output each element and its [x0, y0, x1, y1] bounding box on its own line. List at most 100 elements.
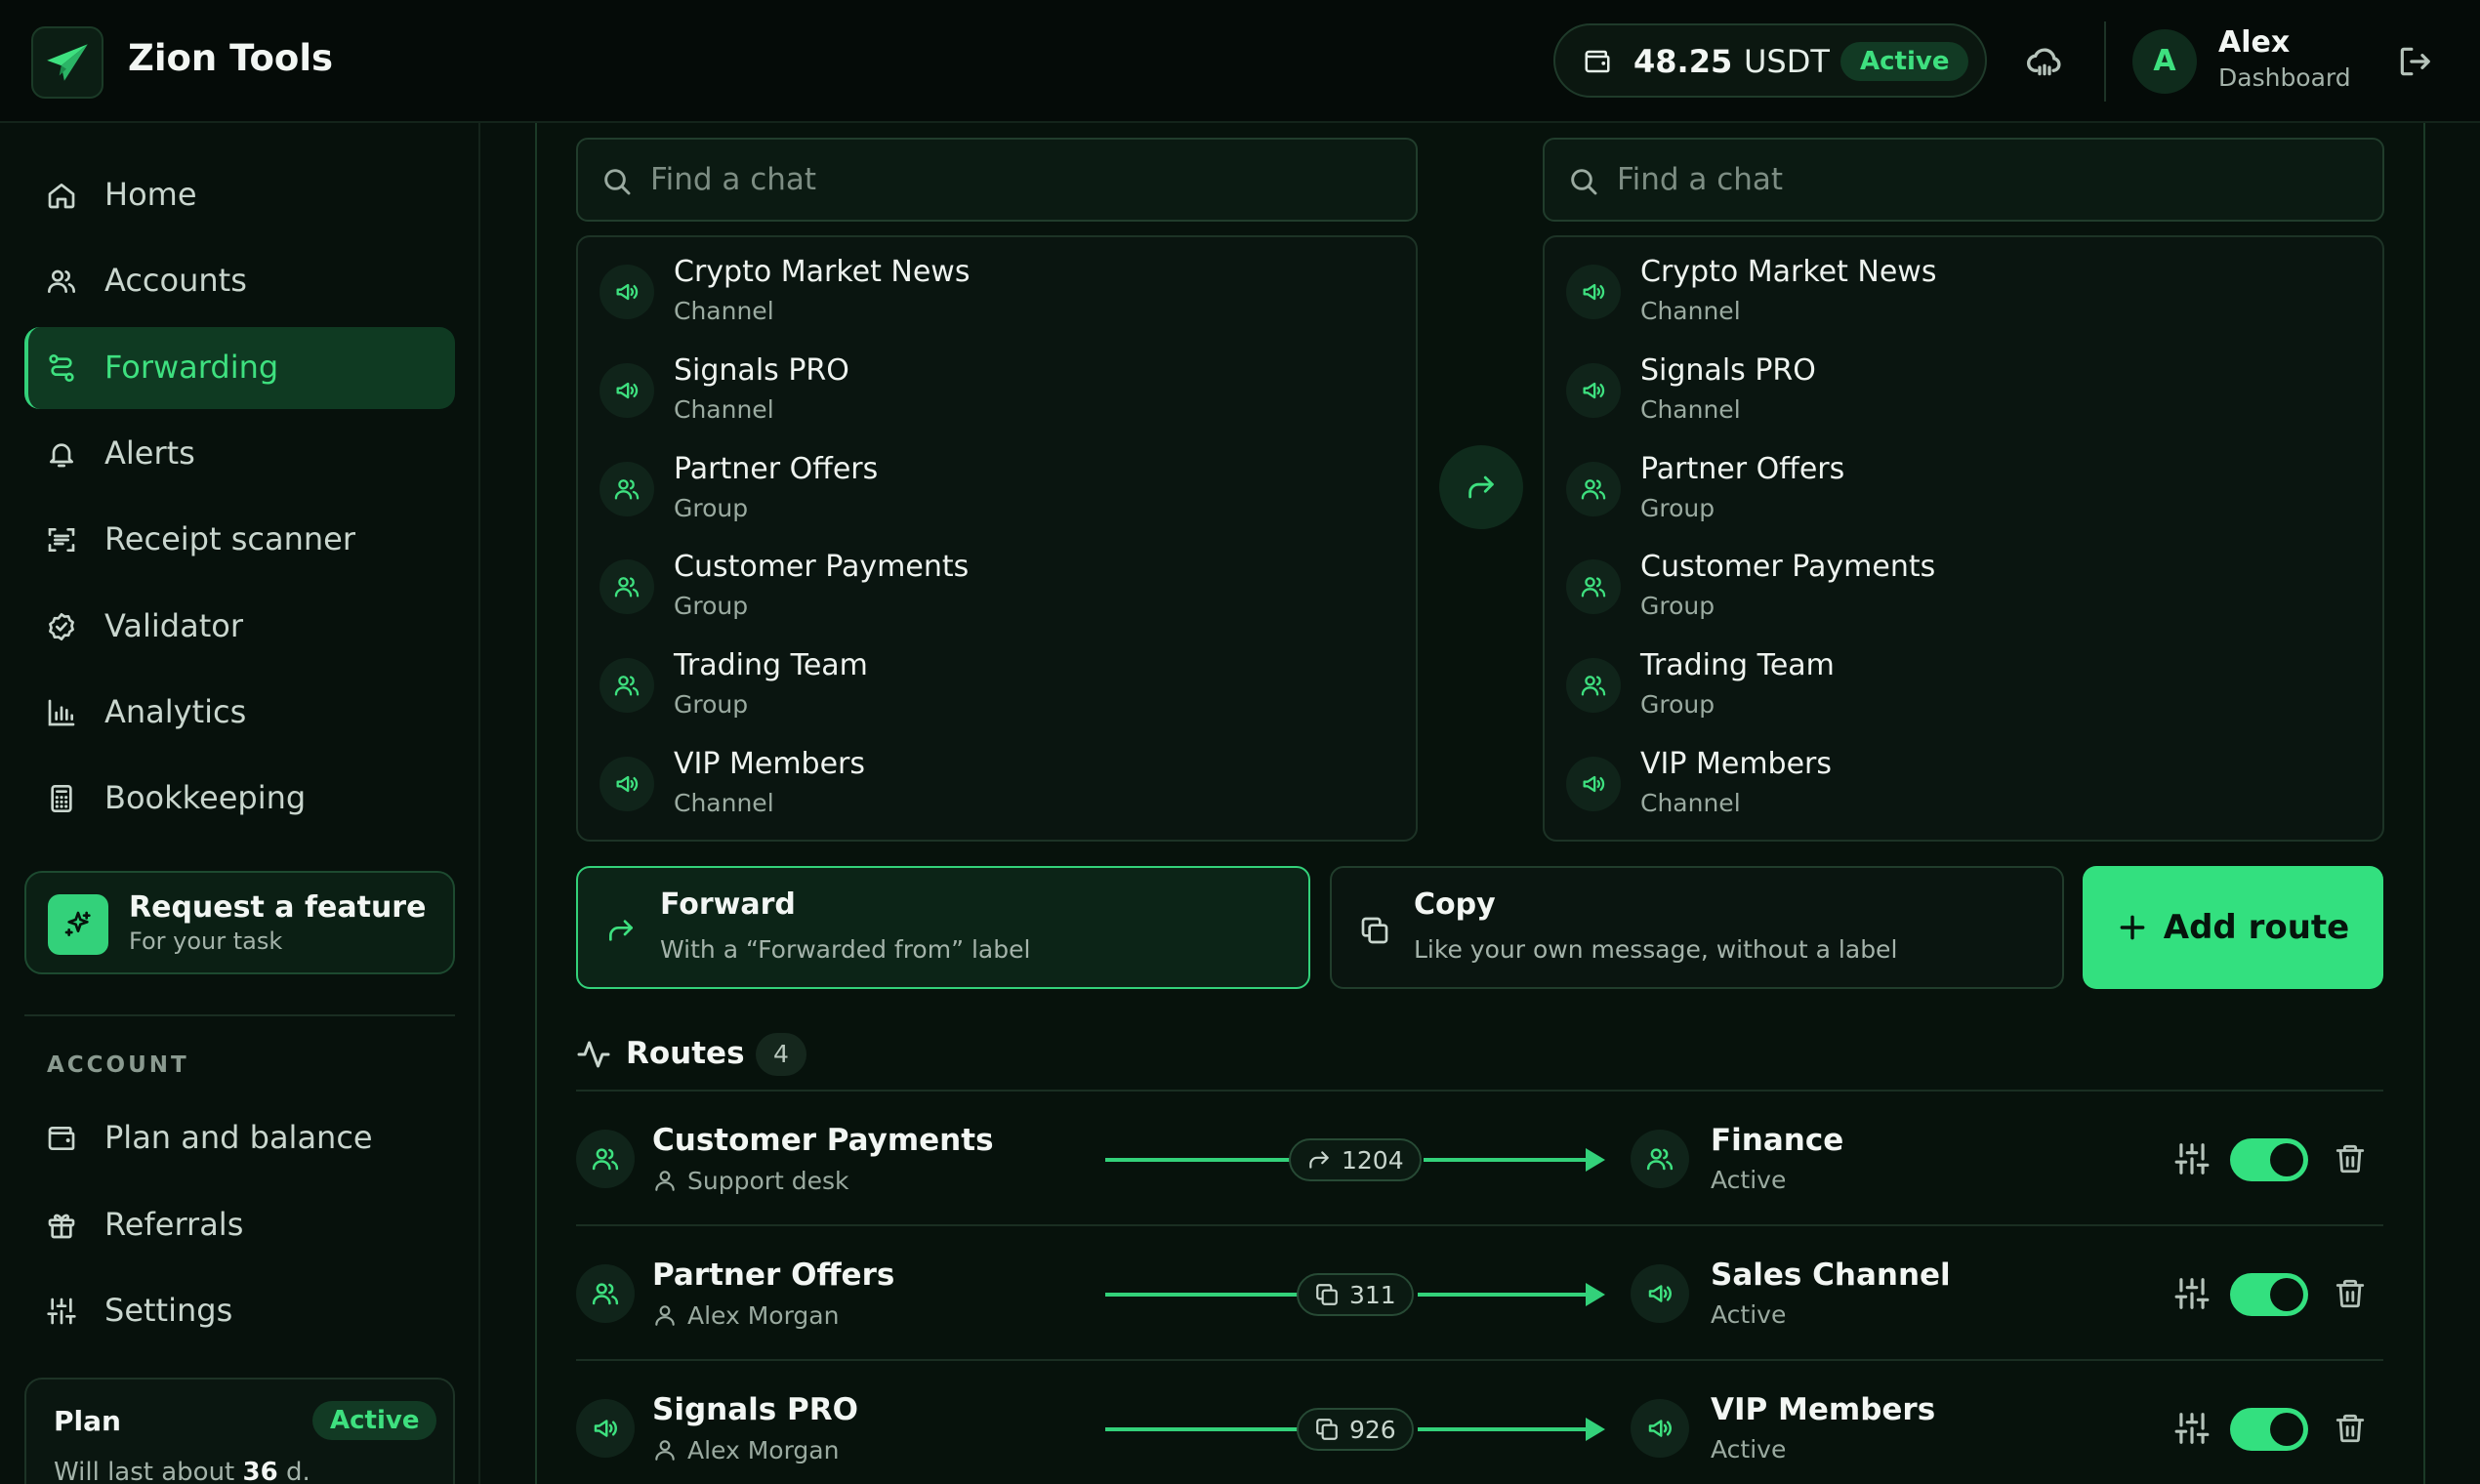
chat-name: Customer Payments: [1640, 550, 1936, 584]
route-connector: [1105, 1427, 1310, 1431]
route-destination: Sales Channel: [1711, 1257, 1951, 1293]
trash-icon[interactable]: [2334, 1142, 2367, 1175]
sidebar-item-accounts[interactable]: Accounts: [24, 240, 455, 322]
list-item[interactable]: Partner Offers Group: [1545, 434, 2382, 532]
sliders-icon: [46, 1296, 77, 1327]
route-owner: Alex Morgan: [652, 1300, 839, 1330]
plan-card[interactable]: Plan Active Will last about 36 d.: [24, 1378, 455, 1484]
logout-icon[interactable]: [2396, 43, 2433, 80]
sidebar-item-label: Settings: [104, 1292, 233, 1329]
route-message-count: 1204: [1342, 1145, 1404, 1175]
routes-count-badge: 4: [756, 1033, 806, 1076]
route-row: Signals PRO Alex Morgan 926 VIP Members …: [576, 1361, 2383, 1484]
toggle-knob: [2270, 1278, 2303, 1311]
avatar[interactable]: A: [2132, 29, 2197, 94]
destination-search[interactable]: [1543, 138, 2384, 222]
list-item[interactable]: Customer Payments Group: [578, 532, 1416, 630]
route-source: Partner Offers: [652, 1257, 895, 1293]
list-item[interactable]: Partner Offers Group: [578, 434, 1416, 532]
add-route-button[interactable]: Add route: [2083, 866, 2383, 989]
sidebar-item-analytics[interactable]: Analytics: [24, 672, 455, 754]
sidebar-item-label: Accounts: [104, 262, 247, 299]
route-toggle[interactable]: [2230, 1273, 2308, 1316]
chat-type: Channel: [674, 395, 774, 424]
status-badge: Active: [1840, 42, 1969, 81]
chat-name: Partner Offers: [1640, 452, 1845, 486]
list-item[interactable]: VIP Members Channel: [578, 729, 1416, 827]
chat-type: Channel: [674, 297, 774, 325]
chat-type: Group: [674, 690, 749, 719]
chat-type: Channel: [1640, 297, 1741, 325]
source-search[interactable]: [576, 138, 1418, 222]
sidebar-item-plan-and-balance[interactable]: Plan and balance: [24, 1097, 455, 1179]
divider: [2104, 21, 2106, 102]
sidebar-item-validator[interactable]: Validator: [24, 586, 455, 668]
route-toggle[interactable]: [2230, 1138, 2308, 1181]
chat-type: Group: [1640, 690, 1715, 719]
divider: [24, 1014, 455, 1016]
chat-type: Group: [674, 494, 749, 522]
sidebar-item-label: Home: [104, 176, 197, 213]
sliders-icon[interactable]: [2173, 1275, 2211, 1312]
scan-icon: [46, 524, 77, 556]
route-owner-name: Support desk: [687, 1166, 849, 1195]
sidebar-item-bookkeeping[interactable]: Bookkeeping: [24, 758, 455, 840]
plan-text-suffix: d.: [285, 1458, 310, 1484]
sidebar-item-forwarding[interactable]: Forwarding: [24, 327, 455, 409]
route-status: Active: [1711, 1300, 1787, 1329]
plan-remaining: Will last about 36 d.: [54, 1458, 310, 1484]
route-status: Active: [1711, 1166, 1787, 1194]
route-count-pill: 1204: [1289, 1138, 1422, 1181]
list-item[interactable]: Crypto Market News Channel: [578, 237, 1416, 335]
copy-mode-option[interactable]: Copy Like your own message, without a la…: [1330, 866, 2064, 989]
route-owner: Support desk: [652, 1166, 849, 1195]
user-icon: [652, 1437, 678, 1463]
trash-icon[interactable]: [2334, 1412, 2367, 1445]
arrow-head-icon: [1586, 1418, 1605, 1441]
list-item[interactable]: Signals PRO Channel: [1545, 336, 2382, 433]
mode-description: With a “Forwarded from” label: [660, 935, 1031, 964]
account-section-label: ACCOUNT: [47, 1052, 189, 1078]
forward-mode-option[interactable]: Forward With a “Forwarded from” label: [576, 866, 1310, 989]
forward-direction-button[interactable]: [1439, 445, 1523, 529]
list-item[interactable]: Customer Payments Group: [1545, 532, 2382, 630]
list-item[interactable]: VIP Members Channel: [1545, 729, 2382, 827]
megaphone-icon: [1566, 363, 1621, 418]
source-chat-list: Crypto Market News Channel Signals PRO C…: [576, 235, 1418, 842]
route-icon: [46, 352, 77, 384]
list-item[interactable]: Crypto Market News Channel: [1545, 237, 2382, 335]
list-item[interactable]: Trading Team Group: [1545, 631, 2382, 728]
route-toggle[interactable]: [2230, 1408, 2308, 1451]
chat-name: Crypto Market News: [1640, 255, 1937, 289]
list-item[interactable]: Signals PRO Channel: [578, 336, 1416, 433]
megaphone-icon: [1566, 265, 1621, 319]
balance-amount: 48.25: [1633, 43, 1733, 80]
cloud-sync-icon[interactable]: [2025, 43, 2064, 82]
trash-icon[interactable]: [2334, 1277, 2367, 1310]
copy-icon: [1314, 1282, 1340, 1307]
user-name[interactable]: Alex: [2218, 25, 2290, 60]
sparkle-icon: [48, 894, 108, 955]
chat-name: Signals PRO: [674, 353, 849, 388]
chat-name: Crypto Market News: [674, 255, 971, 289]
route-connector: [1105, 1158, 1301, 1162]
route-owner-name: Alex Morgan: [687, 1435, 840, 1464]
app-logo[interactable]: [31, 26, 103, 99]
list-item[interactable]: Trading Team Group: [578, 631, 1416, 728]
sidebar-item-receipt-scanner[interactable]: Receipt scanner: [24, 499, 455, 581]
bar-chart-icon: [46, 697, 77, 728]
source-search-input[interactable]: [650, 157, 1392, 202]
route-destination: Finance: [1711, 1123, 1844, 1158]
sidebar-item-home[interactable]: Home: [24, 154, 455, 236]
destination-search-input[interactable]: [1617, 157, 2359, 202]
balance-pill[interactable]: 48.25 USDT Active: [1553, 23, 1987, 98]
sidebar-item-label: Analytics: [104, 693, 247, 730]
sidebar-item-referrals[interactable]: Referrals: [24, 1184, 455, 1266]
sidebar-item-settings[interactable]: Settings: [24, 1270, 455, 1352]
request-feature-button[interactable]: Request a feature For your task: [24, 871, 455, 974]
sliders-icon[interactable]: [2173, 1140, 2211, 1177]
sliders-icon[interactable]: [2173, 1410, 2211, 1447]
plus-icon: [2120, 915, 2145, 940]
sidebar-item-alerts[interactable]: Alerts: [24, 413, 455, 495]
activity-icon: [577, 1041, 610, 1068]
